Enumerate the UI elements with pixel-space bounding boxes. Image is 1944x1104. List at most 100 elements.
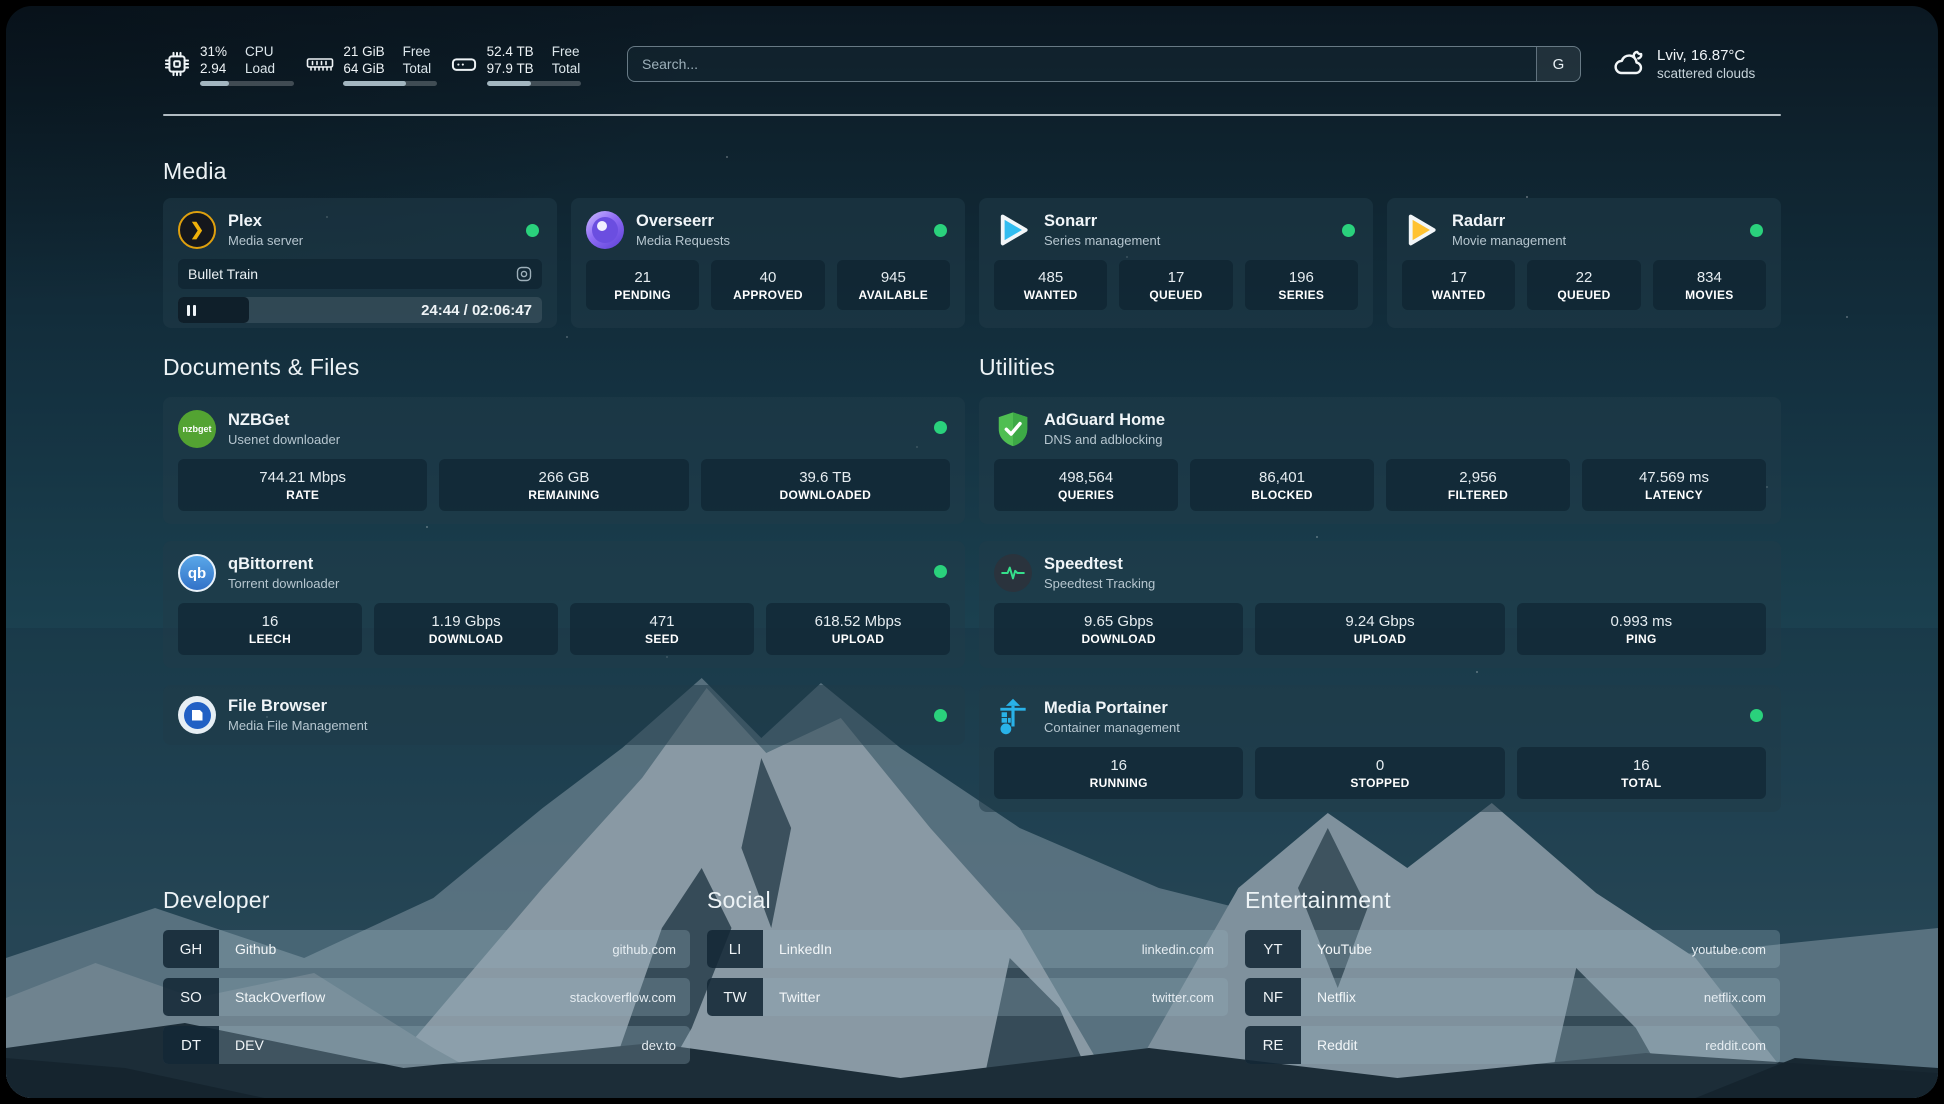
app-name: File Browser	[228, 696, 367, 717]
link-name: YouTube	[1317, 941, 1372, 957]
adguard-card-header[interactable]: AdGuard Home DNS and adblocking	[994, 410, 1766, 448]
speedtest-stats: 9.65 Gbps DOWNLOAD 9.24 Gbps UPLOAD 0.99…	[994, 603, 1766, 655]
stat-box: 17 WANTED	[1402, 260, 1515, 310]
weather-condition: scattered clouds	[1657, 65, 1755, 82]
link-abbr: GH	[163, 930, 219, 968]
stat-box: 0.993 ms PING	[1517, 603, 1766, 655]
search-input[interactable]	[628, 47, 1536, 81]
adguard-shield-icon	[994, 410, 1032, 448]
stat-box: 471 SEED	[570, 603, 754, 655]
stat-label: STOPPED	[1350, 776, 1409, 790]
sonarr-card-header[interactable]: Sonarr Series management	[994, 211, 1358, 249]
memory-total: 64 GiB	[343, 60, 384, 77]
link-netflix[interactable]: NF Netflix netflix.com	[1245, 978, 1780, 1016]
link-abbr: RE	[1245, 1026, 1301, 1064]
status-dot	[1750, 709, 1763, 722]
stat-value: 618.52 Mbps	[815, 612, 902, 631]
plex-card-header[interactable]: ❯ Plex Media server	[178, 211, 542, 249]
filebrowser-card: File Browser Media File Management	[163, 685, 965, 745]
cpu-progress-fill	[200, 81, 229, 86]
stat-box: 498,564 QUERIES	[994, 459, 1178, 511]
link-abbr: YT	[1245, 930, 1301, 968]
link-dev[interactable]: DT DEV dev.to	[163, 1026, 690, 1064]
stat-value: 471	[649, 612, 674, 631]
stat-box: 9.65 Gbps DOWNLOAD	[994, 603, 1243, 655]
link-stackoverflow[interactable]: SO StackOverflow stackoverflow.com	[163, 978, 690, 1016]
memory-progress-fill	[343, 81, 406, 86]
disk-progress	[487, 81, 581, 86]
link-url: youtube.com	[1692, 942, 1766, 957]
app-name: Media Portainer	[1044, 698, 1180, 719]
stat-box: 196 SERIES	[1245, 260, 1358, 310]
link-github[interactable]: GH Github github.com	[163, 930, 690, 968]
overseerr-icon	[586, 211, 624, 249]
stat-value: 744.21 Mbps	[259, 468, 346, 487]
radarr-stats: 17 WANTED 22 QUEUED 834 MOVIES	[1402, 260, 1766, 310]
search-engine-button[interactable]: G	[1536, 47, 1580, 81]
qbittorrent-card: qb qBittorrent Torrent downloader 16 LEE…	[163, 541, 965, 668]
link-url: reddit.com	[1705, 1038, 1766, 1053]
speedtest-pulse-icon	[994, 554, 1032, 592]
qbittorrent-card-header[interactable]: qb qBittorrent Torrent downloader	[178, 554, 950, 592]
link-abbr: LI	[707, 930, 763, 968]
link-url: github.com	[612, 942, 676, 957]
stat-label: LATENCY	[1645, 488, 1703, 502]
app-desc: Media server	[228, 232, 303, 249]
cpu-progress	[200, 81, 294, 86]
memory-widget: 21 GiB 64 GiB Free Total	[306, 43, 449, 86]
disk-label-free: Free	[552, 43, 581, 60]
stat-value: 16	[262, 612, 279, 631]
stat-box: 485 WANTED	[994, 260, 1107, 310]
link-abbr: SO	[163, 978, 219, 1016]
nzbget-card: nzbget NZBGet Usenet downloader 744.21 M…	[163, 397, 965, 524]
stat-value: 834	[1697, 268, 1722, 287]
utilities-section-heading: Utilities	[979, 354, 1781, 381]
speedtest-card-header[interactable]: Speedtest Speedtest Tracking	[994, 554, 1766, 592]
app-name: Radarr	[1452, 211, 1566, 232]
overseerr-card-header[interactable]: Overseerr Media Requests	[586, 211, 950, 249]
app-desc: Media File Management	[228, 717, 367, 734]
link-youtube[interactable]: YT YouTube youtube.com	[1245, 930, 1780, 968]
filebrowser-card-header[interactable]: File Browser Media File Management	[178, 696, 950, 734]
links-area: Developer GH Github github.com SO StackO…	[163, 887, 1781, 1098]
stat-value: 498,564	[1059, 468, 1113, 487]
stat-label: RUNNING	[1090, 776, 1148, 790]
sonarr-icon	[994, 211, 1032, 249]
link-reddit[interactable]: RE Reddit reddit.com	[1245, 1026, 1780, 1064]
stat-value: 39.6 TB	[799, 468, 851, 487]
portainer-card-header[interactable]: Media Portainer Container management	[994, 698, 1766, 736]
portainer-card: Media Portainer Container management 16 …	[979, 685, 1781, 812]
status-dot	[934, 421, 947, 434]
entertainment-section-heading: Entertainment	[1245, 887, 1780, 914]
stat-value: 9.65 Gbps	[1084, 612, 1153, 631]
link-linkedin[interactable]: LI LinkedIn linkedin.com	[707, 930, 1228, 968]
link-abbr: NF	[1245, 978, 1301, 1016]
documents-column: Documents & Files nzbget NZBGet Usenet d…	[163, 354, 965, 829]
link-twitter[interactable]: TW Twitter twitter.com	[707, 978, 1228, 1016]
playback-progress: 24:44 / 02:06:47	[178, 297, 542, 323]
overseerr-card: Overseerr Media Requests 21 PENDING 40 A…	[571, 198, 965, 328]
plex-card: ❯ Plex Media server Bullet Train	[163, 198, 557, 328]
disk-total: 97.9 TB	[487, 60, 534, 77]
dashboard: 31% 2.94 CPU Load	[6, 6, 1938, 1098]
stat-label: QUEUED	[1149, 288, 1202, 302]
stat-box: 266 GB REMAINING	[439, 459, 688, 511]
ram-icon	[306, 50, 334, 78]
radarr-card-header[interactable]: Radarr Movie management	[1402, 211, 1766, 249]
pause-icon	[187, 305, 196, 316]
app-name: Sonarr	[1044, 211, 1160, 232]
stat-box: 618.52 Mbps UPLOAD	[766, 603, 950, 655]
adguard-stats: 498,564 QUERIES 86,401 BLOCKED 2,956 FIL…	[994, 459, 1766, 511]
memory-progress	[343, 81, 437, 86]
stat-label: LEECH	[249, 632, 291, 646]
stat-label: APPROVED	[733, 288, 803, 302]
link-url: stackoverflow.com	[570, 990, 676, 1005]
radarr-card: Radarr Movie management 17 WANTED 22 QUE…	[1387, 198, 1781, 328]
system-widgets: 31% 2.94 CPU Load	[163, 43, 593, 86]
stat-label: FILTERED	[1448, 488, 1508, 502]
stat-label: WANTED	[1024, 288, 1078, 302]
nzbget-card-header[interactable]: nzbget NZBGet Usenet downloader	[178, 410, 950, 448]
status-dot	[934, 224, 947, 237]
link-url: netflix.com	[1704, 990, 1766, 1005]
stat-label: SEED	[645, 632, 679, 646]
